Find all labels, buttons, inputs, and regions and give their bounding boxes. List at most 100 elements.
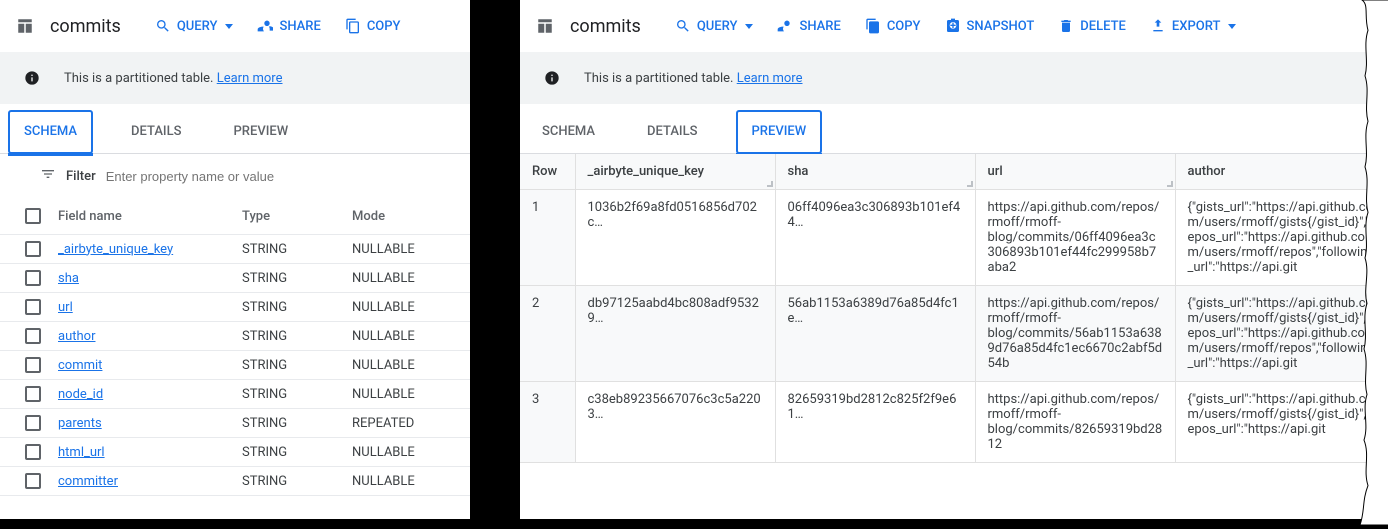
copy-button[interactable]: COPY [335,12,411,40]
filter-input[interactable] [106,169,430,184]
right-panel: commits QUERY SHARE COPY SNAPSHOT DELE [520,0,1388,519]
table-row: 11036b2f69a8fd0516856d702c…06ff4096ea3c3… [520,190,1388,286]
caret-down-icon [1228,24,1236,29]
field-name-link[interactable]: author [58,329,95,344]
col-author: author [1175,154,1388,190]
col-type: Type [242,209,352,224]
resize-handle[interactable] [1167,181,1173,187]
cell-url: https://api.github.com/repos/rmoff/rmoff… [975,190,1175,286]
mode-cell: NULLABLE [352,271,462,286]
cell-key: db97125aabd4bc808adf95329… [575,286,775,382]
query-button[interactable]: QUERY [145,12,244,40]
cell-sha: 06ff4096ea3c306893b101ef44… [775,190,975,286]
tab-preview[interactable]: PREVIEW [220,110,303,153]
delete-icon [1058,18,1074,34]
tab-schema[interactable]: SCHEMA [528,110,609,153]
cell-url: https://api.github.com/repos/rmoff/rmoff… [975,286,1175,382]
cell-author: {"gists_url":"https://api.github.com/use… [1175,286,1388,382]
snapshot-button[interactable]: SNAPSHOT [935,12,1045,40]
field-name-link[interactable]: url [58,300,73,315]
info-icon [544,70,560,86]
mode-cell: NULLABLE [352,445,462,460]
copy-button[interactable]: COPY [855,12,931,40]
row-checkbox[interactable] [25,241,41,257]
select-all-checkbox[interactable] [25,208,41,224]
row-checkbox[interactable] [25,328,41,344]
type-cell: STRING [242,329,352,344]
tab-details[interactable]: DETAILS [117,110,195,153]
table-icon [536,17,554,35]
header: commits QUERY SHARE COPY [0,0,470,52]
filter-row: Filter [0,154,470,198]
copy-label: COPY [367,19,401,34]
row-checkbox[interactable] [25,299,41,315]
scrollbar-thumb[interactable] [1378,444,1386,462]
learn-more-link[interactable]: Learn more [217,71,283,86]
row-checkbox[interactable] [25,415,41,431]
notice-text: This is a partitioned table. Learn more [584,71,802,86]
type-cell: STRING [242,358,352,373]
info-icon [24,70,40,86]
field-name-link[interactable]: committer [58,474,118,489]
share-icon [257,18,273,34]
search-icon [675,18,691,34]
copy-icon [865,18,881,34]
scrollbar-thumb[interactable] [1378,194,1386,212]
cell-author: {"gists_url":"https://api.github.com/use… [1175,382,1388,463]
export-icon [1150,18,1166,34]
delete-button[interactable]: DELETE [1048,12,1136,40]
field-name-link[interactable]: html_url [58,445,105,460]
query-button[interactable]: QUERY [665,12,764,40]
copy-icon [345,18,361,34]
table-row: 2db97125aabd4bc808adf95329…56ab1153a6389… [520,286,1388,382]
schema-row: sha STRINGNULLABLE [0,264,470,293]
cell-sha: 56ab1153a6389d76a85d4fc1e… [775,286,975,382]
field-name-link[interactable]: parents [58,416,102,431]
partition-notice: This is a partitioned table. Learn more [520,52,1388,104]
field-name-link[interactable]: node_id [58,387,103,402]
share-button[interactable]: SHARE [247,12,330,40]
scrollbar-thumb[interactable] [1378,319,1386,337]
snapshot-icon [945,18,961,34]
tab-details[interactable]: DETAILS [633,110,711,153]
field-name-link[interactable]: _airbyte_unique_key [58,242,173,257]
mode-cell: NULLABLE [352,474,462,489]
row-checkbox[interactable] [25,270,41,286]
cell-url: https://api.github.com/repos/rmoff/rmoff… [975,382,1175,463]
row-checkbox[interactable] [25,473,41,489]
field-name-link[interactable]: commit [58,358,102,373]
search-icon [155,18,171,34]
mode-cell: REPEATED [352,416,462,431]
cell-key: 1036b2f69a8fd0516856d702c… [575,190,775,286]
preview-table-wrap: Row _airbyte_unique_key sha url author 1… [520,154,1388,519]
share-label: SHARE [279,19,320,34]
type-cell: STRING [242,474,352,489]
export-button[interactable]: EXPORT [1140,12,1246,40]
learn-more-link[interactable]: Learn more [737,71,803,86]
caret-down-icon [745,24,753,29]
field-name-link[interactable]: sha [58,271,79,286]
resize-handle[interactable] [1379,181,1385,187]
cell-key: c38eb89235667076c3c5a2203… [575,382,775,463]
left-panel: commits QUERY SHARE COPY This is a parti… [0,0,470,519]
type-cell: STRING [242,242,352,257]
filter-icon [40,166,56,186]
table-icon [16,17,34,35]
row-checkbox[interactable] [25,386,41,402]
mode-cell: NULLABLE [352,358,462,373]
row-checkbox[interactable] [25,357,41,373]
col-row: Row [520,154,575,190]
col-mode: Mode [352,209,462,224]
type-cell: STRING [242,271,352,286]
share-button[interactable]: SHARE [767,12,850,40]
col-sha: sha [775,154,975,190]
schema-table: Field name Type Mode _airbyte_unique_key… [0,198,470,496]
mode-cell: NULLABLE [352,387,462,402]
mode-cell: NULLABLE [352,242,462,257]
tab-schema[interactable]: SCHEMA [8,110,93,154]
row-checkbox[interactable] [25,444,41,460]
preview-header-row: Row _airbyte_unique_key sha url author [520,154,1388,190]
resize-handle[interactable] [967,181,973,187]
tab-preview[interactable]: PREVIEW [736,110,823,154]
resize-handle[interactable] [767,181,773,187]
